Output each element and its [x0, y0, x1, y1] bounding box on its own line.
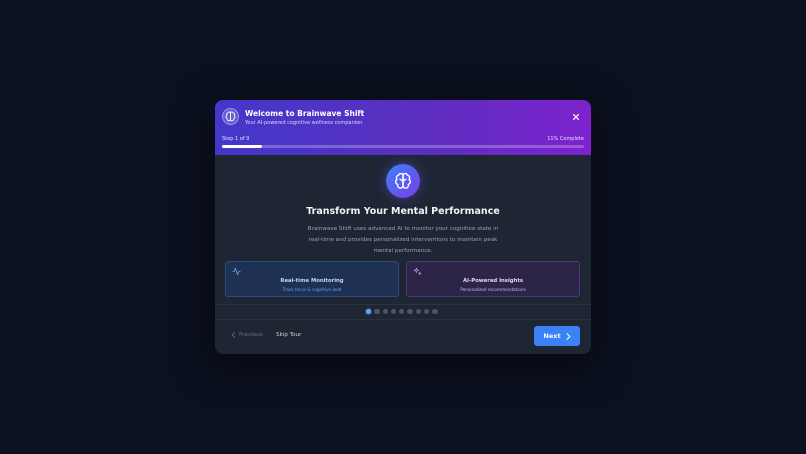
pagination-dot[interactable] — [390, 309, 397, 315]
next-label: Next — [543, 332, 561, 340]
previous-label: Previous — [239, 332, 263, 338]
sparkles-icon — [413, 267, 422, 275]
pagination-dot[interactable] — [424, 309, 430, 315]
pagination-dot[interactable] — [374, 309, 380, 315]
skip-tour-button[interactable]: Skip Tour — [276, 332, 301, 338]
progress-bar-fill — [222, 145, 262, 148]
feature-subtitle: Personalized recommendations — [460, 286, 526, 292]
feature-title: Real-time Monitoring — [280, 278, 344, 284]
feature-title: AI-Powered Insights — [462, 278, 524, 284]
onboarding-modal: Welcome to Brainwave Shift Your AI-power… — [215, 100, 591, 354]
step-description: Brainwave Shift uses advanced AI to moni… — [307, 226, 499, 254]
brain-icon — [386, 164, 420, 198]
close-button[interactable] — [570, 111, 582, 123]
activity-icon — [232, 267, 241, 276]
previous-button[interactable]: Previous — [231, 332, 263, 338]
progress-percent: 11% Complete — [547, 136, 584, 142]
modal-header: Welcome to Brainwave Shift Your AI-power… — [215, 100, 591, 155]
close-icon — [572, 113, 580, 121]
pagination-dot[interactable] — [415, 309, 422, 315]
feature-card-insights: AI-Powered Insights Personalized recomme… — [406, 261, 580, 297]
feature-subtitle: Track focus & cognitive load — [282, 286, 342, 292]
modal-subtitle: Your AI-powered cognitive wellness compa… — [245, 120, 363, 126]
step-heading: Transform Your Mental Performance — [306, 206, 500, 217]
modal-title: Welcome to Brainwave Shift — [245, 109, 365, 118]
step-indicator: Step 1 of 9 — [222, 136, 250, 142]
pagination-dot[interactable] — [432, 309, 438, 315]
progress-bar — [222, 145, 584, 148]
divider — [215, 304, 591, 305]
pagination-dot[interactable] — [382, 309, 388, 315]
feature-card-monitoring: Real-time Monitoring Track focus & cogni… — [225, 261, 399, 297]
pagination-dot[interactable] — [407, 309, 413, 315]
divider — [215, 319, 591, 320]
pagination-dot[interactable] — [399, 309, 405, 315]
brain-logo-icon — [222, 108, 239, 125]
chevron-left-icon — [231, 332, 236, 338]
step-pagination — [366, 309, 438, 315]
next-button[interactable]: Next — [534, 326, 580, 346]
pagination-dot[interactable] — [366, 309, 372, 315]
chevron-right-icon — [566, 332, 571, 340]
